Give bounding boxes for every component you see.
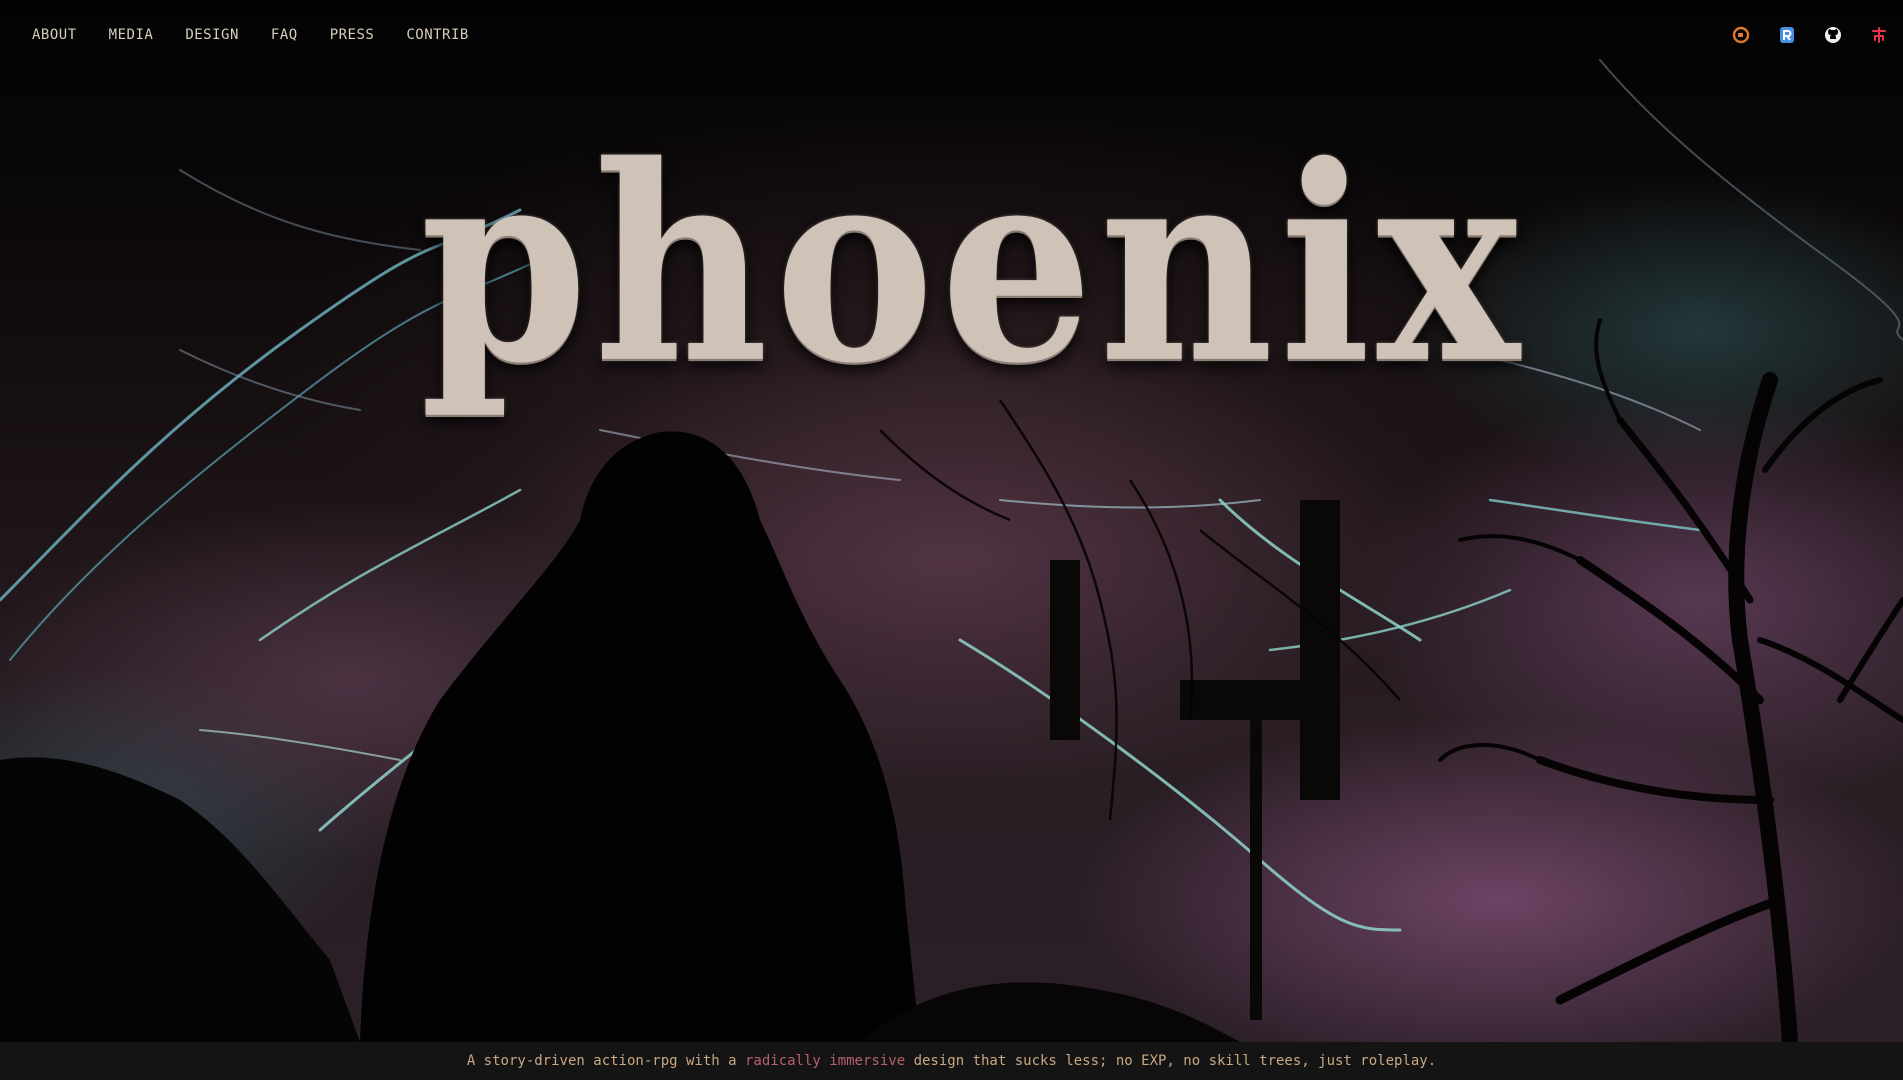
ground-silhouette — [860, 982, 1240, 1042]
itch-fork-icon-glyph — [1872, 27, 1886, 43]
lightning-streak — [1599, 59, 1903, 341]
ground-silhouette — [0, 757, 360, 1042]
tagline-prefix: A story-driven action-rpg with a — [466, 1053, 745, 1069]
phoenix-logo: phoenix — [420, 80, 1526, 600]
reddit-r-icon-glyph — [1780, 27, 1794, 43]
nav-link-design[interactable]: DESIGN — [185, 27, 239, 43]
coffee-icon[interactable] — [1731, 25, 1751, 45]
social-icons — [1731, 25, 1889, 45]
lightning-streak — [199, 729, 401, 761]
nav-link-about[interactable]: ABOUT — [32, 27, 77, 43]
lightning-streak — [1488, 498, 1702, 532]
nav-link-faq[interactable]: FAQ — [271, 27, 298, 43]
logo-wordmark: phoenix — [420, 106, 1526, 423]
coffee-icon-glyph — [1732, 26, 1750, 44]
lightning-streak — [179, 169, 421, 251]
itch-fork-icon[interactable] — [1869, 25, 1889, 45]
tagline-accent: radically immersive — [744, 1053, 906, 1069]
top-nav: ABOUT MEDIA DESIGN FAQ PRESS CONTRIB — [0, 0, 1903, 70]
bare-tree-silhouette — [1438, 318, 1903, 1042]
nav-link-contrib[interactable]: CONTRIB — [406, 27, 469, 43]
tagline-bar: A story-driven action-rpg with a radical… — [0, 1042, 1903, 1080]
nav-links: ABOUT MEDIA DESIGN FAQ PRESS CONTRIB — [32, 27, 469, 43]
nav-link-media[interactable]: MEDIA — [109, 27, 154, 43]
reddit-r-icon[interactable] — [1777, 25, 1797, 45]
nav-link-press[interactable]: PRESS — [330, 27, 375, 43]
tagline-suffix: design that sucks less; no EXP, no skill… — [905, 1053, 1437, 1069]
github-icon[interactable] — [1823, 25, 1843, 45]
github-icon-glyph — [1825, 27, 1841, 43]
page: phoenix ABOUT MEDIA DESIGN FAQ PRESS CON… — [0, 0, 1903, 1080]
